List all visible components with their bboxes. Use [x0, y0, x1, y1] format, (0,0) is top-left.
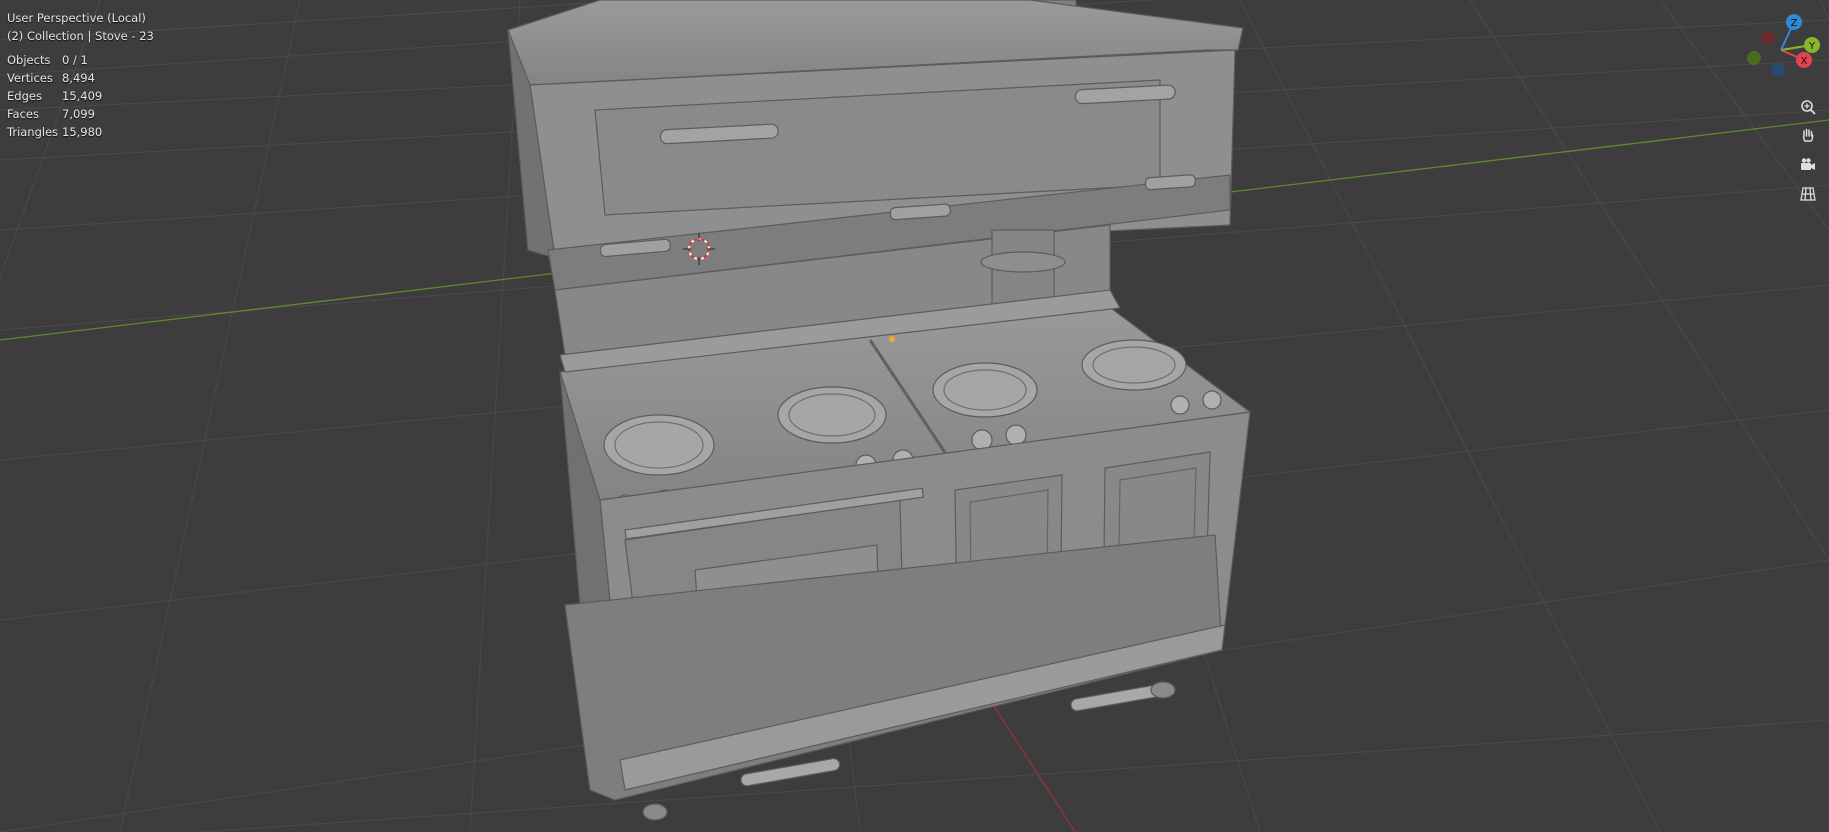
stat-row: Vertices 8,494 — [7, 71, 95, 85]
foot-right — [1150, 681, 1176, 699]
stat-row: Edges 15,409 — [7, 89, 103, 103]
view-perspective-label: User Perspective (Local) — [7, 11, 146, 25]
gizmo-z-axis[interactable]: Z — [1786, 14, 1802, 30]
grid-view-icon — [1800, 187, 1816, 201]
zoom-icon — [1801, 100, 1816, 115]
origin-point — [889, 336, 895, 342]
gizmo-neg-y[interactable] — [1747, 51, 1761, 65]
3d-viewport[interactable] — [0, 0, 1829, 832]
perspective-toggle-button[interactable] — [1795, 181, 1821, 207]
scene-statistics: Objects 0 / 1 Vertices 8,494 Edges 15,409 F… — [7, 51, 154, 141]
svg-text:Z: Z — [1791, 18, 1798, 29]
pan-button[interactable] — [1795, 123, 1821, 149]
burner-1 — [603, 414, 715, 476]
viewport-text-info: User Perspective (Local) (2) Collection … — [7, 9, 154, 141]
svg-text:X: X — [1801, 56, 1808, 67]
stat-row: Faces 7,099 — [7, 107, 95, 121]
zoom-button[interactable] — [1795, 94, 1821, 120]
pan-hand-icon — [1802, 128, 1814, 142]
burner-2 — [777, 386, 887, 444]
camera-icon — [1801, 158, 1815, 170]
svg-text:Y: Y — [1808, 41, 1816, 52]
stovepipe-collar — [980, 251, 1066, 273]
camera-view-button[interactable] — [1795, 152, 1821, 178]
active-collection-label: (2) Collection | Stove - 23 — [7, 29, 154, 43]
gizmo-x-axis[interactable]: X — [1796, 52, 1812, 68]
gizmo-y-axis[interactable]: Y — [1804, 37, 1820, 53]
gizmo-neg-z[interactable] — [1771, 63, 1785, 77]
burner-3 — [932, 362, 1038, 418]
navigation-gizmo[interactable]: Z Y X — [1734, 10, 1828, 90]
gizmo-neg-x[interactable] — [1761, 31, 1775, 45]
stat-row: Objects 0 / 1 — [7, 53, 88, 67]
stat-row: Triangles 15,980 — [7, 125, 103, 139]
stove-model[interactable] — [507, 0, 1252, 821]
foot-left — [642, 803, 668, 821]
